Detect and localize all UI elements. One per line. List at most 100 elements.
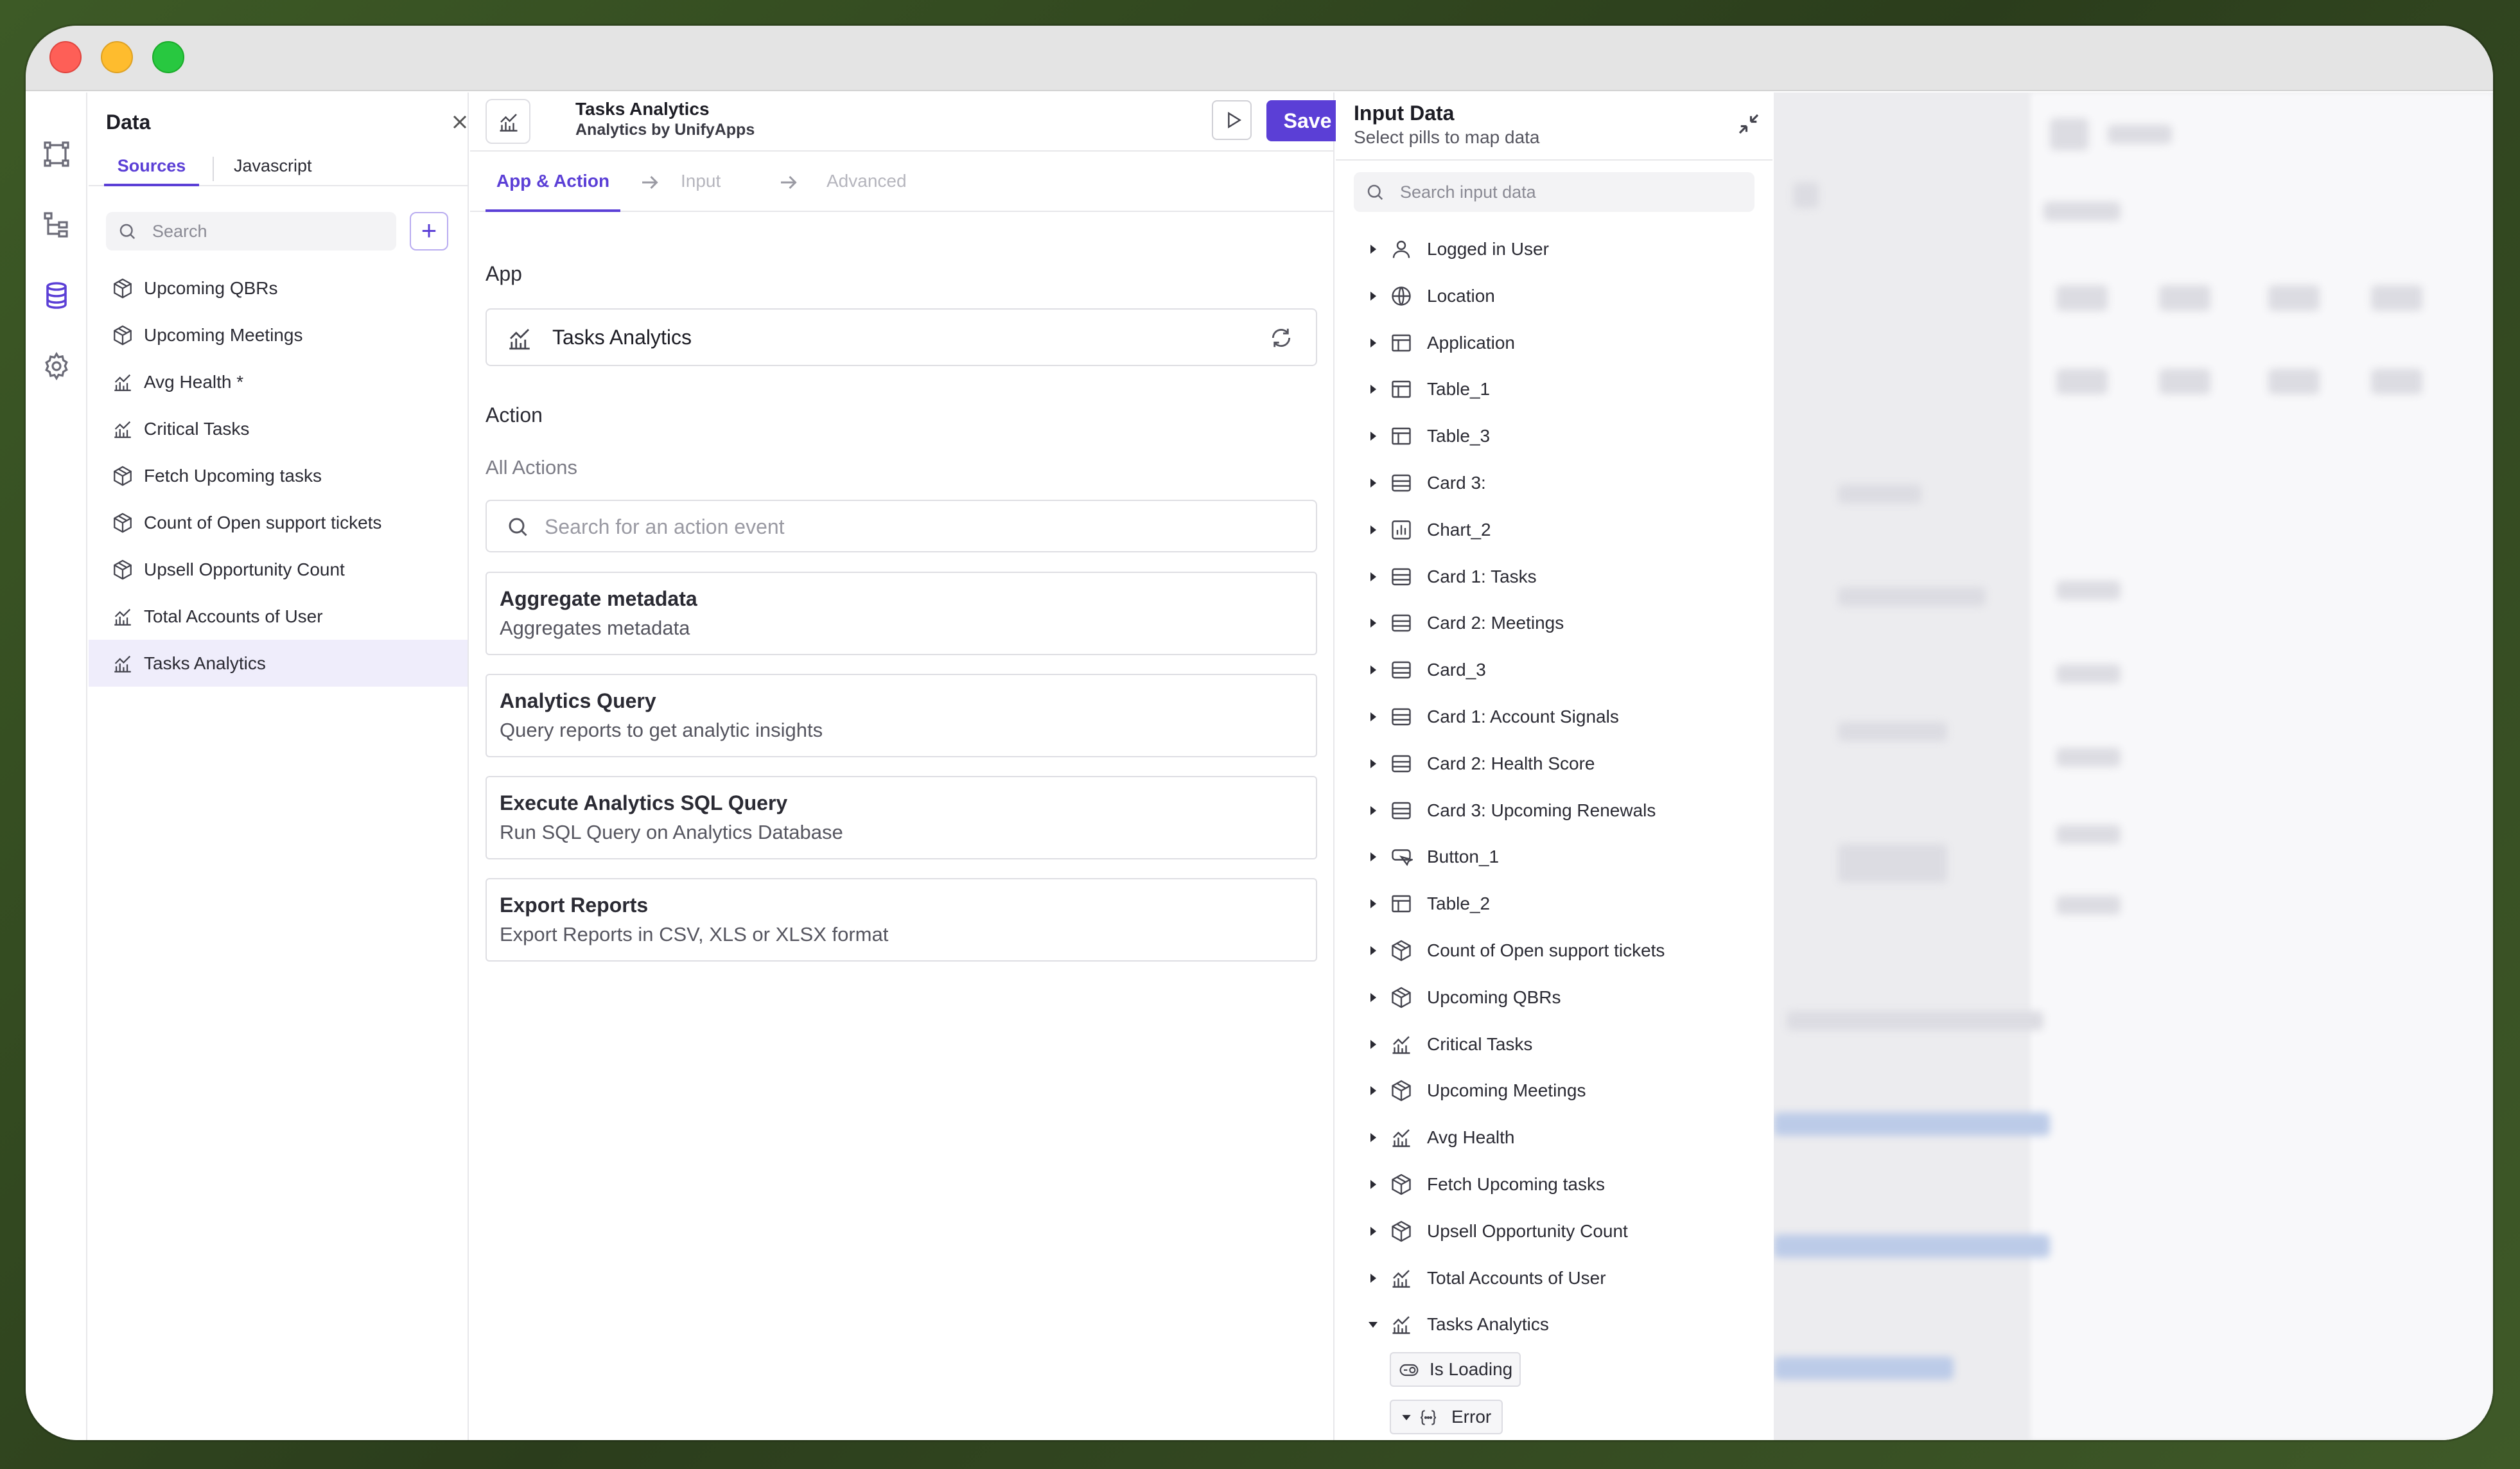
input-tree-item[interactable]: Card_3 xyxy=(1336,647,1772,694)
input-tree-item[interactable]: Button_1 xyxy=(1336,834,1772,881)
input-tree-item[interactable]: Critical Tasks xyxy=(1336,1021,1772,1068)
data-pill[interactable]: Error xyxy=(1390,1400,1503,1435)
input-data-search[interactable]: Search input data xyxy=(1354,172,1754,212)
caret-right-icon[interactable] xyxy=(1365,896,1381,911)
database-icon[interactable] xyxy=(41,280,72,311)
caret-right-icon[interactable] xyxy=(1365,475,1381,491)
toggle-icon xyxy=(1399,1364,1419,1377)
tab-app-action[interactable]: App & Action xyxy=(486,153,620,212)
tab-sources[interactable]: Sources xyxy=(104,148,199,186)
add-source-button[interactable]: + xyxy=(410,212,448,251)
caret-right-icon[interactable] xyxy=(1365,1271,1381,1286)
tab-input[interactable]: Input xyxy=(681,153,721,212)
collapse-icon[interactable] xyxy=(1735,110,1762,137)
input-tree-item[interactable]: Card 1: Account Signals xyxy=(1336,694,1772,741)
close-window-button[interactable] xyxy=(49,41,82,73)
action-card[interactable]: Analytics Query Query reports to get ana… xyxy=(486,674,1317,757)
caret-right-icon[interactable] xyxy=(1365,382,1381,397)
app-logo xyxy=(486,99,530,144)
source-item[interactable]: Avg Health * xyxy=(89,358,468,405)
caret-right-icon[interactable] xyxy=(1365,756,1381,771)
flow-icon[interactable] xyxy=(41,139,72,170)
source-item-label: Count of Open support tickets xyxy=(144,513,382,532)
input-tree-item[interactable]: Card 3: xyxy=(1336,460,1772,507)
caret-right-icon[interactable] xyxy=(1365,428,1381,444)
button-icon xyxy=(1392,849,1413,866)
input-tree-item[interactable]: Location xyxy=(1336,273,1772,320)
minimize-window-button[interactable] xyxy=(101,41,133,73)
input-tree-item[interactable]: Total Accounts of User xyxy=(1336,1255,1772,1302)
caret-right-icon[interactable] xyxy=(1365,522,1381,538)
tab-javascript[interactable]: Javascript xyxy=(234,148,312,186)
run-button[interactable] xyxy=(1212,100,1252,140)
input-tree-item[interactable]: Upsell Opportunity Count xyxy=(1336,1208,1772,1255)
action-card[interactable]: Execute Analytics SQL Query Run SQL Quer… xyxy=(486,776,1317,859)
caret-right-icon[interactable] xyxy=(1365,615,1381,631)
input-data-search-placeholder: Search input data xyxy=(1400,182,1536,202)
source-item[interactable]: Upcoming Meetings xyxy=(89,312,468,358)
caret-right-icon[interactable] xyxy=(1365,943,1381,958)
input-tree-item[interactable]: Table_3 xyxy=(1336,413,1772,460)
source-item-selected[interactable]: Tasks Analytics xyxy=(89,640,468,687)
caret-down-icon[interactable] xyxy=(1400,1411,1413,1424)
caret-right-icon[interactable] xyxy=(1365,242,1381,257)
caret-right-icon[interactable] xyxy=(1365,662,1381,678)
data-pill[interactable]: Is Loading xyxy=(1390,1352,1521,1387)
caret-right-icon[interactable] xyxy=(1365,849,1381,865)
input-tree-item[interactable]: Card 3: Upcoming Renewals xyxy=(1336,787,1772,834)
input-tree-item[interactable]: Card 2: Health Score xyxy=(1336,741,1772,787)
caret-right-icon[interactable] xyxy=(1365,1083,1381,1098)
input-tree-item[interactable]: Tasks Analytics xyxy=(1336,1301,1772,1348)
caret-right-icon[interactable] xyxy=(1365,569,1381,585)
caret-down-icon[interactable] xyxy=(1365,1317,1381,1332)
source-item[interactable]: Upcoming QBRs xyxy=(89,265,468,312)
input-tree-item[interactable]: Table_1 xyxy=(1336,366,1772,413)
input-tree-item[interactable]: Card 2: Meetings xyxy=(1336,600,1772,647)
caret-right-icon[interactable] xyxy=(1365,990,1381,1005)
input-tree-item[interactable]: Fetch Upcoming tasks xyxy=(1336,1161,1772,1208)
input-tree-item[interactable]: Table_2 xyxy=(1336,881,1772,928)
input-tree-item[interactable]: Count of Open support tickets xyxy=(1336,928,1772,974)
input-tree-item[interactable]: Card 1: Tasks xyxy=(1336,554,1772,601)
action-search-input[interactable]: Search for an action event xyxy=(486,500,1317,552)
cube-icon xyxy=(114,278,132,299)
action-card[interactable]: Aggregate metadata Aggregates metadata xyxy=(486,572,1317,655)
input-tree-item-label: Location xyxy=(1427,285,1495,306)
maximize-window-button[interactable] xyxy=(152,41,184,73)
input-tree-item[interactable]: Upcoming QBRs xyxy=(1336,974,1772,1021)
cube-icon xyxy=(114,513,132,533)
source-item[interactable]: Fetch Upcoming tasks xyxy=(89,452,468,499)
app-selector[interactable]: Tasks Analytics xyxy=(486,308,1317,366)
action-card[interactable]: Export Reports Export Reports in CSV, XL… xyxy=(486,878,1317,962)
table-icon xyxy=(1392,334,1411,351)
caret-right-icon[interactable] xyxy=(1365,1177,1381,1192)
caret-right-icon[interactable] xyxy=(1365,1130,1381,1145)
input-tree-item[interactable]: Logged in User xyxy=(1336,226,1772,273)
caret-right-icon[interactable] xyxy=(1365,335,1381,351)
caret-right-icon[interactable] xyxy=(1365,1224,1381,1239)
tab-advanced[interactable]: Advanced xyxy=(827,153,907,212)
caret-right-icon[interactable] xyxy=(1365,709,1381,725)
cube-icon xyxy=(1392,1174,1411,1195)
refresh-icon[interactable] xyxy=(1269,326,1293,350)
source-item[interactable]: Total Accounts of User xyxy=(89,593,468,640)
input-tree-item[interactable]: Application xyxy=(1336,320,1772,367)
input-tree-item[interactable]: Avg Health xyxy=(1336,1114,1772,1161)
settings-icon[interactable] xyxy=(41,351,72,382)
analytics-icon xyxy=(1392,1129,1410,1147)
source-item[interactable]: Critical Tasks xyxy=(89,405,468,452)
input-tree-item[interactable]: Upcoming Meetings xyxy=(1336,1068,1772,1114)
input-tree-item-label: Total Accounts of User xyxy=(1427,1267,1606,1288)
search-input[interactable]: Search xyxy=(106,212,396,251)
caret-right-icon[interactable] xyxy=(1365,803,1381,818)
source-item[interactable]: Upsell Opportunity Count xyxy=(89,546,468,593)
close-icon[interactable] xyxy=(448,110,471,134)
input-tree-item-label: Application xyxy=(1427,332,1515,353)
input-tree-item[interactable]: Chart_2 xyxy=(1336,507,1772,554)
tree-icon[interactable] xyxy=(41,209,72,240)
caret-right-icon[interactable] xyxy=(1365,1037,1381,1052)
input-tree-item-label: Upsell Opportunity Count xyxy=(1427,1220,1628,1241)
caret-right-icon[interactable] xyxy=(1365,288,1381,304)
source-item[interactable]: Count of Open support tickets xyxy=(89,499,468,546)
analytics-icon xyxy=(114,374,131,391)
